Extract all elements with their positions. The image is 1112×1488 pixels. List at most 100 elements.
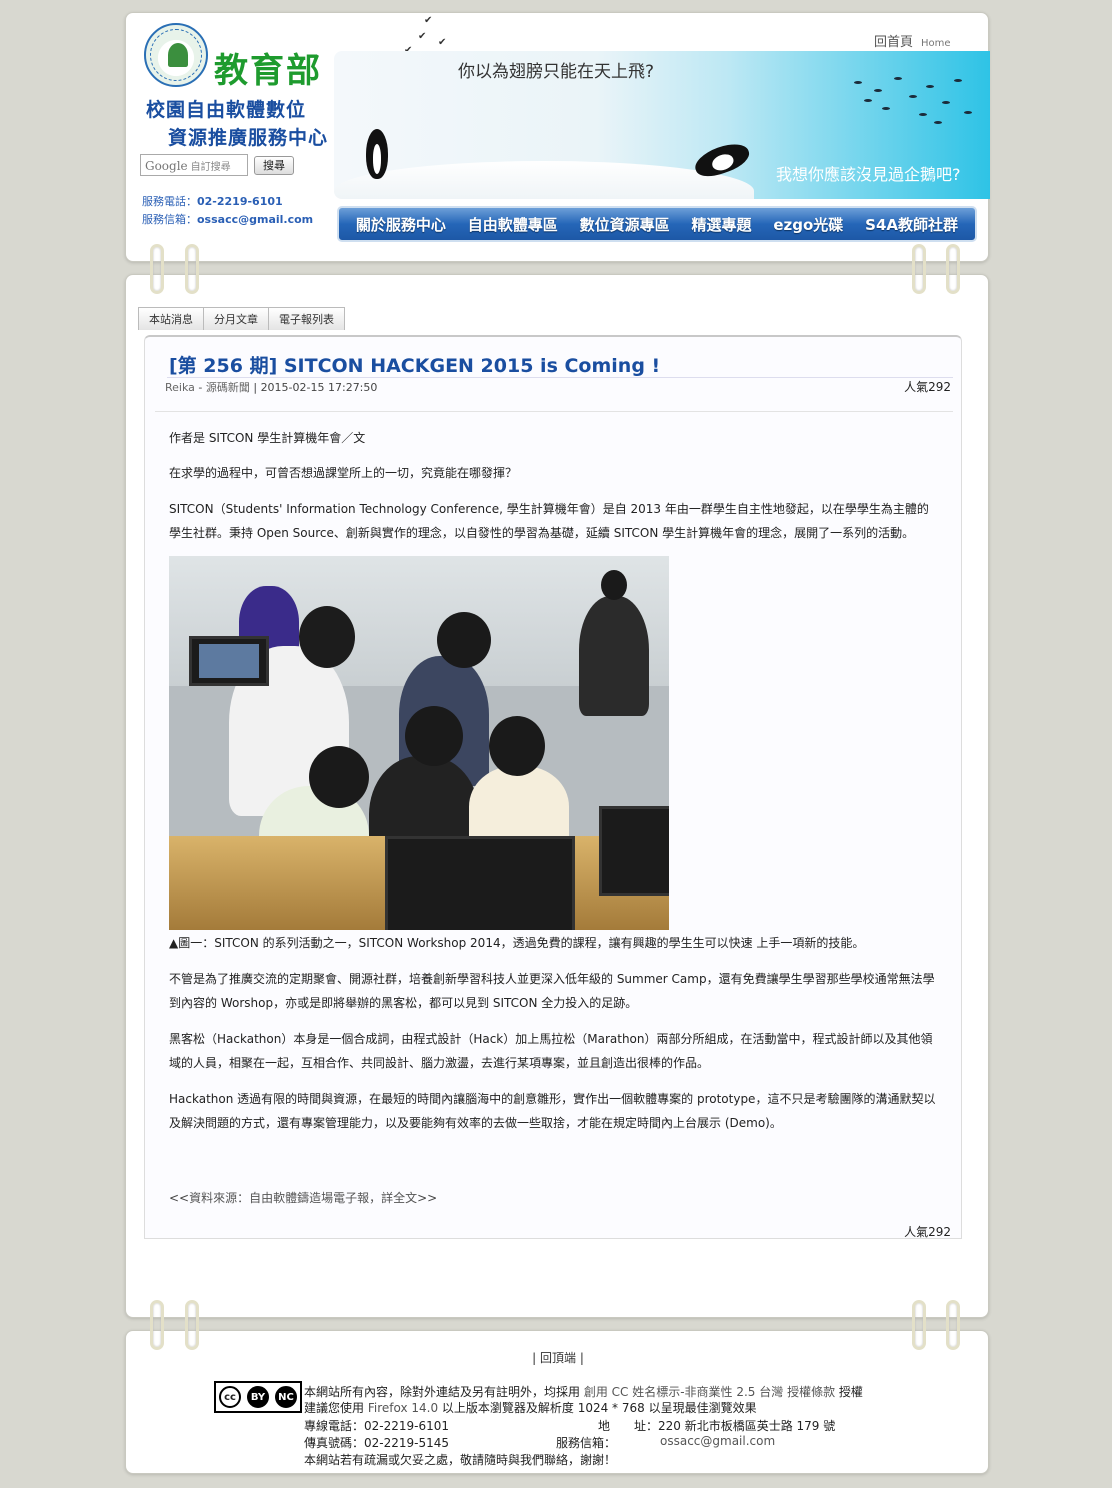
article-title[interactable]: [第 256 期] SITCON HACKGEN 2015 is Coming …	[169, 351, 660, 378]
logo-leaf-icon	[168, 43, 188, 67]
mail-label: 服務信箱：	[142, 213, 197, 226]
photo-head	[489, 716, 545, 776]
banner-text-1: 你以為翅膀只能在天上飛?	[458, 62, 655, 82]
article-paragraph: SITCON（Students' Information Technology …	[169, 502, 929, 540]
ministry-of-education-logo[interactable]	[144, 23, 208, 87]
popularity-count: 人氣292	[904, 380, 951, 394]
cc-by-icon: BY	[247, 1386, 269, 1408]
fish-icon	[934, 121, 942, 124]
article: [第 256 期] SITCON HACKGEN 2015 is Coming …	[144, 335, 962, 1239]
fish-icon	[964, 111, 972, 114]
header-panel: 教育部 校園自由軟體數位 資源推廣服務中心 Google 自訂搜尋 搜尋 服務電話…	[125, 12, 990, 262]
article-paragraph: 黑客松（Hackathon）本身是一個合成詞，由程式設計（Hack）加上馬拉松（…	[169, 1032, 933, 1070]
bird-icon: ✔	[424, 15, 433, 26]
footer-mail-label: 服務信箱：	[556, 1436, 617, 1450]
tab-newsletter-list[interactable]: 電子報列表	[268, 307, 345, 330]
creative-commons-badge[interactable]: cc BY NC	[214, 1381, 302, 1413]
tab-site-news[interactable]: 本站消息	[138, 307, 204, 330]
popularity-count-bottom: 人氣292	[904, 1225, 951, 1239]
photo-head	[309, 746, 369, 808]
phone-number: 02-2219-6101	[197, 195, 283, 208]
banner-snowfield	[334, 161, 754, 199]
mail-address[interactable]: ossacc@gmail.com	[197, 213, 313, 226]
article-meta: Reika - 源碼新聞 | 2015-02-15 17:27:50	[165, 379, 377, 395]
nav-about[interactable]: 關於服務中心	[356, 214, 446, 235]
main-nav: 關於服務中心 自由軟體專區 數位資源專區 精選專題 ezgo光碟 S4A教師社群	[337, 206, 977, 242]
meta-separator: |	[249, 381, 261, 394]
ministry-name[interactable]: 教育部	[214, 43, 322, 92]
article-author: Reika	[165, 381, 195, 394]
footer-mail[interactable]: ossacc@gmail.com	[660, 1434, 775, 1448]
content-panel: 本站消息 分月文章 電子報列表 [第 256 期] SITCON HACKGEN…	[125, 274, 989, 1318]
photo-head	[299, 606, 355, 668]
footer-panel: | 回頂端 | cc BY NC 本網站所有內容，除對外連結及另有註明外，均採用…	[125, 1330, 989, 1474]
back-to-top-link[interactable]: | 回頂端 |	[126, 1349, 990, 1366]
binder-ring	[946, 244, 960, 294]
meta-separator: -	[194, 381, 206, 394]
nav-featured-topics[interactable]: 精選專題	[692, 214, 752, 235]
home-link[interactable]: 回首頁 Home	[874, 31, 951, 50]
binder-ring	[912, 1300, 926, 1350]
nav-free-software[interactable]: 自由軟體專區	[468, 214, 558, 235]
search-input[interactable]: Google 自訂搜尋	[140, 154, 248, 176]
fish-icon	[864, 99, 872, 102]
fish-icon	[909, 95, 917, 98]
firefox-link[interactable]: Firefox 14.0	[368, 1401, 438, 1415]
banner: 你以為翅膀只能在天上飛? 我想你應該沒見過企鵝吧?	[334, 51, 990, 199]
phone-label: 服務電話：	[142, 195, 197, 208]
source-reference: <<資料來源：自由軟體鑄造場電子報，詳全文>>	[169, 1189, 437, 1206]
photo-screen	[199, 644, 259, 678]
photo-head	[601, 570, 627, 600]
cc-icon: cc	[219, 1386, 241, 1408]
title-divider	[167, 377, 953, 378]
photo-monitor	[599, 806, 669, 896]
source-link[interactable]: 資料來源：自由軟體鑄造場電子報，詳全文	[189, 1191, 417, 1205]
photo-monitor	[385, 836, 575, 930]
nav-ezgo[interactable]: ezgo光碟	[773, 214, 843, 235]
fish-icon	[926, 85, 934, 88]
fish-icon	[854, 81, 862, 84]
fish-icon	[874, 89, 882, 92]
fish-icon	[942, 101, 950, 104]
fish-icon	[954, 79, 962, 82]
center-name-line2[interactable]: 資源推廣服務中心	[168, 123, 328, 150]
service-mail: 服務信箱：ossacc@gmail.com	[142, 211, 313, 227]
nav-s4a[interactable]: S4A教師社群	[865, 214, 958, 235]
article-photo	[169, 556, 669, 930]
fish-icon	[882, 107, 890, 110]
fish-icon	[919, 113, 927, 116]
banner-text-2: 我想你應該沒見過企鵝吧?	[776, 165, 961, 184]
fish-icon	[894, 77, 902, 80]
photo-person	[579, 596, 649, 716]
footer-fax: 傳真號碼：02-2219-5145	[304, 1436, 450, 1450]
license-notice: 本網站所有內容，除對外連結及另有註明外，均採用 創用 CC 姓名標示-非商業性 …	[304, 1383, 863, 1400]
standing-penguin-icon	[366, 129, 388, 179]
article-datetime: 2015-02-15 17:27:50	[260, 381, 378, 394]
article-paragraph: 作者是 SITCON 學生計算機年會／文	[169, 431, 366, 445]
photo-caption: ▲圖一：SITCON 的系列活動之一，SITCON Workshop 2014，…	[169, 936, 865, 950]
footer-address: 地 址：220 新北市板橋區英士路 179 號	[598, 1419, 836, 1433]
source-suffix: >>	[417, 1191, 438, 1205]
content-tabs: 本站消息 分月文章 電子報列表	[138, 307, 345, 330]
tab-monthly-articles[interactable]: 分月文章	[203, 307, 269, 330]
browser-text-end: 以上版本瀏覽器及解析度 1024 * 768 以呈現最佳瀏覽效果	[438, 1401, 757, 1415]
photo-head	[405, 706, 463, 766]
binder-ring	[185, 244, 199, 294]
google-brand: Google	[145, 159, 188, 173]
binder-ring	[150, 244, 164, 294]
browser-text: 建議您使用	[304, 1401, 368, 1415]
binder-ring	[912, 244, 926, 294]
nav-digital-resources[interactable]: 數位資源專區	[580, 214, 670, 235]
browser-notice: 建議您使用 Firefox 14.0 以上版本瀏覽器及解析度 1024 * 76…	[304, 1399, 757, 1416]
article-category[interactable]: 源碼新聞	[206, 381, 250, 394]
article-paragraph: 不管是為了推廣交流的定期聚會、開源社群，培養創新學習科技人並更深入低年級的 Su…	[169, 972, 935, 1010]
meta-divider	[155, 411, 953, 412]
bird-icon: ✔	[418, 31, 427, 42]
search-button[interactable]: 搜尋	[254, 156, 294, 175]
home-link-en[interactable]: Home	[921, 38, 951, 49]
bird-icon: ✔	[438, 37, 447, 48]
source-prefix: <<	[169, 1191, 190, 1205]
home-link-zh[interactable]: 回首頁	[874, 35, 913, 50]
center-name-line1[interactable]: 校園自由軟體數位	[146, 95, 306, 122]
license-link[interactable]: 創用 CC 姓名標示-非商業性 2.5 台灣 授權條款	[584, 1385, 835, 1399]
